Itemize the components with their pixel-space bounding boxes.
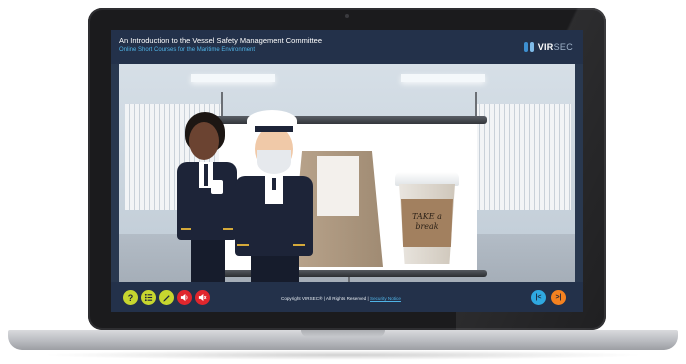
laptop-base-notch <box>301 330 385 337</box>
ceiling-light <box>191 74 275 82</box>
previous-button[interactable]: |< <box>531 290 546 305</box>
course-header: An Introduction to the Vessel Safety Man… <box>111 30 583 64</box>
player-toolbar: ? Copyright VIRSEC® | All Rights Reserve… <box>111 282 583 312</box>
help-question-icon: ? <box>127 292 134 303</box>
notes-button[interactable] <box>159 290 174 305</box>
slide-scene: TAKE a break <box>119 64 575 282</box>
laptop-base <box>8 330 678 350</box>
virsec-logo: VIRSEC <box>523 40 573 54</box>
copyright-text: Copyright VIRSEC® | All Rights Reserved … <box>281 296 369 301</box>
paper-bag-label <box>317 156 359 216</box>
window-blinds <box>475 104 571 210</box>
previous-icon: |< <box>535 294 542 301</box>
help-button[interactable]: ? <box>123 290 138 305</box>
list-menu-icon <box>144 293 153 302</box>
menu-button[interactable] <box>141 290 156 305</box>
course-subtitle: Online Short Courses for the Maritime En… <box>119 47 256 53</box>
screen-hanger <box>475 92 477 116</box>
course-title: An Introduction to the Vessel Safety Man… <box>119 36 323 45</box>
ceiling-light <box>401 74 485 82</box>
copyright-notice: Copyright VIRSEC® | All Rights Reserved … <box>281 296 401 301</box>
audio-button[interactable] <box>177 290 192 305</box>
next-icon: >| <box>555 294 562 301</box>
cup-text: TAKE a break <box>412 212 442 231</box>
webcam-icon <box>345 14 349 18</box>
laptop-shadow <box>40 350 646 360</box>
security-notice-link[interactable]: Security Notice <box>370 296 401 301</box>
pencil-icon <box>163 295 170 302</box>
volume-button[interactable] <box>195 290 210 305</box>
course-player: An Introduction to the Vessel Safety Man… <box>111 30 583 312</box>
next-button[interactable]: >| <box>551 290 566 305</box>
speaker-icon <box>180 293 188 302</box>
logo-text: VIRSEC <box>537 42 573 52</box>
volume-icon <box>198 293 207 302</box>
coffee-cup-lid <box>395 172 459 186</box>
screen-hanger <box>221 92 223 116</box>
virsec-logo-mark-icon <box>523 42 534 52</box>
